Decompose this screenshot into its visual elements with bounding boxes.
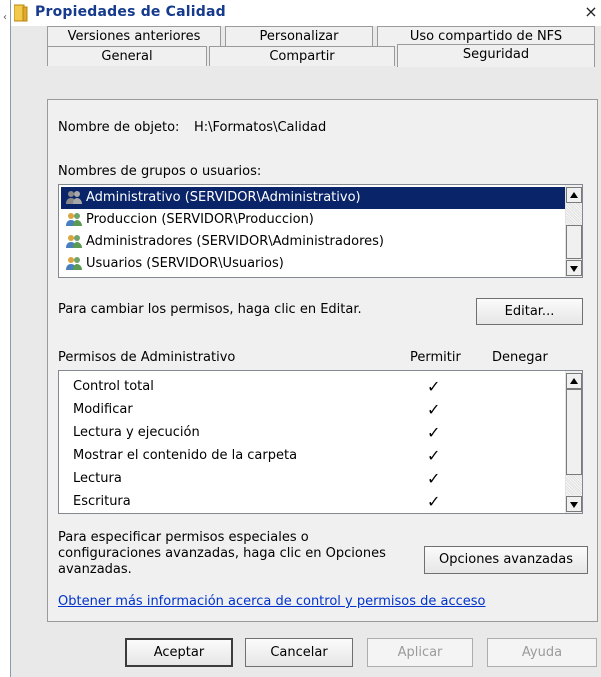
folder-icon	[14, 4, 28, 22]
deny-header: Denegar	[492, 350, 548, 365]
scroll-down-icon[interactable]	[566, 260, 582, 276]
special-permissions-text-3: avanzadas.	[58, 562, 132, 577]
scroll-down-icon[interactable]	[566, 496, 582, 512]
window-title: Propiedades de Calidad	[35, 4, 226, 20]
permission-name: Lectura y ejecución	[73, 425, 200, 440]
scroll-track[interactable]	[566, 203, 582, 225]
change-permissions-text: Para cambiar los permisos, haga clic en …	[58, 302, 362, 317]
permissions-listbox[interactable]: Control total ✓ Modificar ✓ Lectura y ej…	[58, 370, 583, 514]
group-item-administrativo[interactable]: Administrativo (SERVIDOR\Administrativo)	[61, 187, 565, 209]
advanced-options-button[interactable]: Opciones avanzadas	[424, 546, 588, 574]
permission-name: Modificar	[73, 402, 133, 417]
help-button[interactable]: Ayuda	[487, 638, 597, 667]
ok-button[interactable]: Aceptar	[125, 638, 233, 667]
tab-strip: Versiones anteriores Personalizar Uso co…	[11, 26, 601, 101]
groups-label: Nombres de grupos o usuarios:	[58, 164, 262, 179]
permissions-scrollbar[interactable]	[565, 371, 582, 513]
object-name-label: Nombre de objeto:	[58, 120, 180, 135]
allow-check-icon: ✓	[427, 400, 441, 419]
scroll-thumb[interactable]	[566, 389, 582, 475]
allow-check-icon: ✓	[427, 377, 441, 396]
tab-uso-compartido-nfs[interactable]: Uso compartido de NFS	[377, 26, 595, 46]
special-permissions-text-1: Para especificar permisos especiales o	[58, 530, 309, 545]
users-group-icon	[66, 190, 82, 204]
dialog-frame: Propiedades de Calidad × Versiones anter…	[10, 0, 601, 677]
close-icon[interactable]: ×	[582, 2, 600, 22]
scroll-track[interactable]	[566, 475, 582, 495]
access-control-help-link[interactable]: Obtener más información acerca de contro…	[58, 594, 486, 609]
permission-name: Lectura	[73, 471, 122, 486]
special-permissions-text-2: configuraciones avanzadas, haga clic en …	[58, 546, 386, 561]
edge-mark: ‹	[3, 12, 7, 23]
group-item-label: Produccion (SERVIDOR\Produccion)	[86, 212, 314, 227]
group-item-label: Administradores (SERVIDOR\Administradore…	[86, 234, 384, 249]
users-group-icon	[66, 212, 82, 226]
group-item-administradores[interactable]: Administradores (SERVIDOR\Administradore…	[61, 231, 565, 253]
groups-scrollbar[interactable]	[565, 185, 582, 277]
scroll-up-icon[interactable]	[566, 373, 582, 389]
allow-check-icon: ✓	[427, 492, 441, 511]
allow-check-icon: ✓	[427, 423, 441, 442]
allow-header: Permitir	[410, 350, 461, 365]
group-item-produccion[interactable]: Produccion (SERVIDOR\Produccion)	[61, 209, 565, 231]
group-item-label: Usuarios (SERVIDOR\Usuarios)	[86, 256, 284, 271]
users-group-icon	[66, 234, 82, 248]
edit-button[interactable]: Editar...	[476, 298, 583, 325]
tab-general[interactable]: General	[47, 46, 207, 66]
tab-personalizar[interactable]: Personalizar	[225, 26, 373, 46]
groups-listbox[interactable]: Administrativo (SERVIDOR\Administrativo)…	[58, 184, 583, 278]
title-bar[interactable]: Propiedades de Calidad ×	[11, 0, 601, 26]
tab-versiones-anteriores[interactable]: Versiones anteriores	[47, 26, 221, 46]
scroll-up-icon[interactable]	[566, 187, 582, 203]
properties-window: ‹ Propiedades de Calidad × Versiones ant…	[0, 0, 601, 677]
tab-compartir[interactable]: Compartir	[209, 46, 395, 66]
group-item-usuarios[interactable]: Usuarios (SERVIDOR\Usuarios)	[61, 253, 565, 275]
scroll-thumb[interactable]	[566, 225, 582, 259]
permissions-label: Permisos de Administrativo	[58, 350, 236, 365]
tab-seguridad[interactable]: Seguridad	[397, 44, 595, 67]
allow-check-icon: ✓	[427, 469, 441, 488]
permission-name: Control total	[73, 379, 154, 394]
users-group-icon	[66, 256, 82, 270]
allow-check-icon: ✓	[427, 446, 441, 465]
group-item-label: Administrativo (SERVIDOR\Administrativo)	[86, 190, 361, 205]
permission-name: Escritura	[73, 494, 131, 509]
permission-name: Mostrar el contenido de la carpeta	[73, 448, 298, 463]
window-left-edge: ‹	[0, 0, 10, 677]
cancel-button[interactable]: Cancelar	[245, 638, 353, 667]
apply-button[interactable]: Aplicar	[367, 638, 473, 667]
security-panel: Nombre de objeto: H:\Formatos\Calidad No…	[47, 99, 598, 622]
object-name-value: H:\Formatos\Calidad	[194, 120, 327, 135]
